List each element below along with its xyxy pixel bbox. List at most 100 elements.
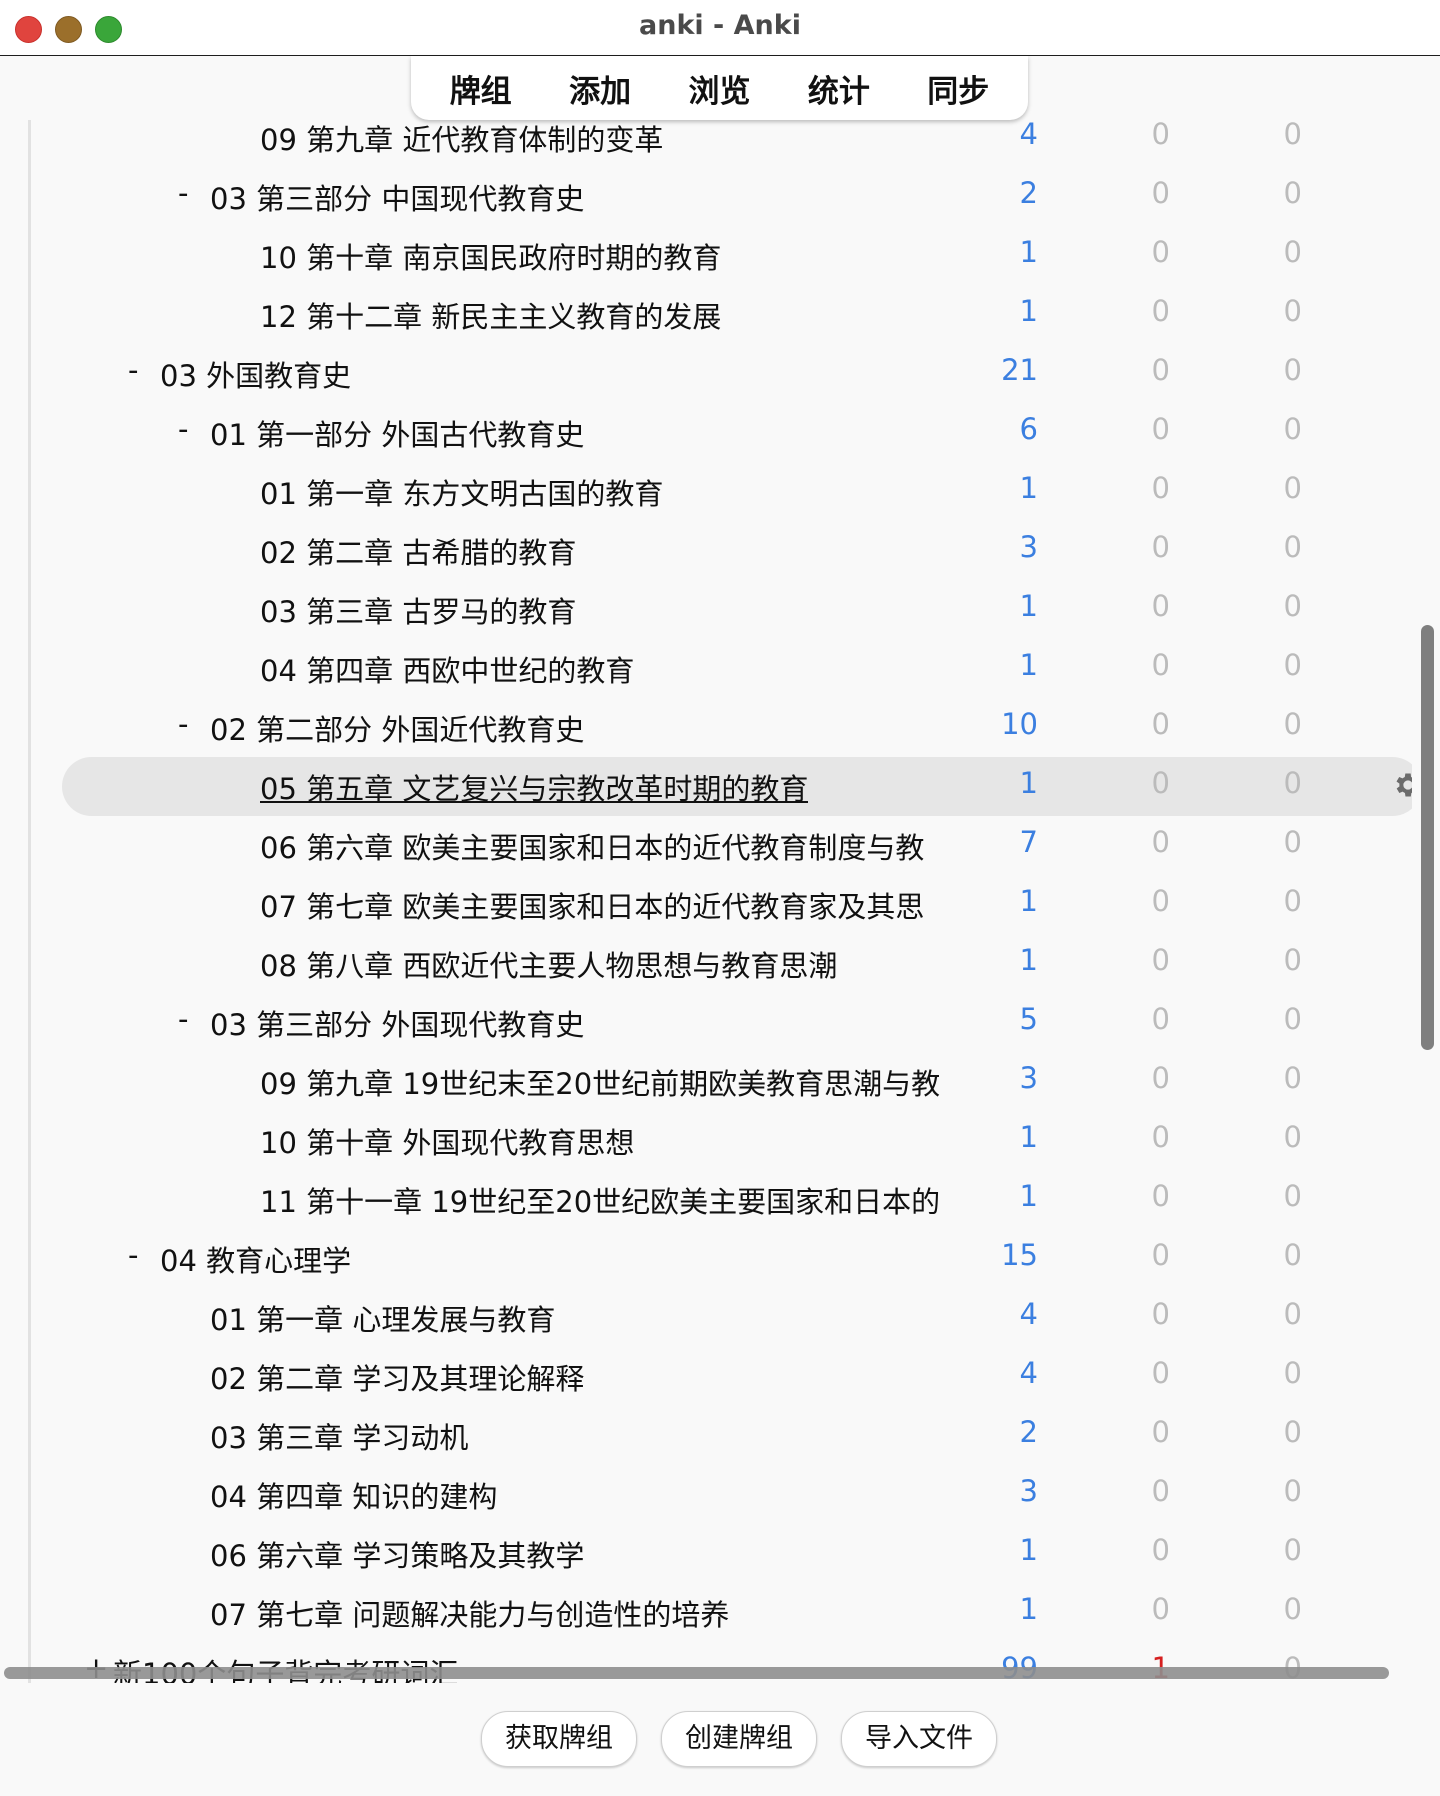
new-count: 1 <box>1019 1533 1038 1567</box>
due-count: 0 <box>1283 589 1302 623</box>
learn-count: 0 <box>1151 1592 1170 1626</box>
new-count: 15 <box>1001 1238 1038 1272</box>
deck-row[interactable]: 11 第十一章 19世纪至20世纪欧美主要国家和日本的 1 0 0 <box>62 1170 1412 1229</box>
deck-name[interactable]: 09 第九章 19世纪末至20世纪前期欧美教育思潮与教 <box>260 1061 940 1103</box>
title-bar: anki - Anki <box>0 0 1440 56</box>
deck-name[interactable]: 07 第七章 问题解决能力与创造性的培养 <box>210 1592 729 1634</box>
collapse-toggle[interactable]: - <box>128 353 138 387</box>
collapse-toggle[interactable]: - <box>178 1002 188 1036</box>
deck-row[interactable]: 07 第七章 问题解决能力与创造性的培养 1 0 0 <box>62 1583 1412 1642</box>
tab-browse[interactable]: 浏览 <box>674 62 764 115</box>
deck-row[interactable]: 02 第二章 古希腊的教育 3 0 0 <box>62 521 1412 580</box>
deck-name[interactable]: 03 第三章 学习动机 <box>210 1415 468 1457</box>
deck-name[interactable]: 03 外国教育史 <box>160 353 351 395</box>
deck-row[interactable]: 04 第四章 知识的建构 3 0 0 <box>62 1465 1412 1524</box>
deck-name[interactable]: 05 第五章 文艺复兴与宗教改革时期的教育 <box>260 766 808 808</box>
due-count: 0 <box>1283 530 1302 564</box>
deck-row[interactable]: 03 第三章 学习动机 2 0 0 <box>62 1406 1412 1465</box>
deck-name[interactable]: 10 第十章 外国现代教育思想 <box>260 1120 634 1162</box>
collapse-toggle[interactable]: - <box>178 176 188 210</box>
horizontal-scrollbar[interactable] <box>4 1667 1389 1679</box>
tab-add[interactable]: 添加 <box>555 62 645 115</box>
deck-name[interactable]: 06 第六章 学习策略及其教学 <box>210 1533 584 1575</box>
learn-count: 0 <box>1151 176 1170 210</box>
deck-name[interactable]: 08 第八章 西欧近代主要人物思想与教育思潮 <box>260 943 837 985</box>
due-count: 0 <box>1283 648 1302 682</box>
deck-name[interactable]: 01 第一章 心理发展与教育 <box>210 1297 555 1339</box>
tab-decks[interactable]: 牌组 <box>436 62 526 115</box>
deck-row[interactable]: 09 第九章 19世纪末至20世纪前期欧美教育思潮与教 3 0 0 <box>62 1052 1412 1111</box>
deck-row[interactable]: 02 第二章 学习及其理论解释 4 0 0 <box>62 1347 1412 1406</box>
tab-sync[interactable]: 同步 <box>913 62 1003 115</box>
deck-row[interactable]: 08 第八章 西欧近代主要人物思想与教育思潮 1 0 0 <box>62 934 1412 993</box>
deck-name[interactable]: 02 第二章 学习及其理论解释 <box>210 1356 584 1398</box>
deck-name[interactable]: 02 第二部分 外国近代教育史 <box>210 707 584 749</box>
collapse-toggle[interactable]: - <box>178 412 188 446</box>
deck-row[interactable]: 09 第九章 近代教育体制的变革 4 0 0 <box>62 120 1412 167</box>
deck-name[interactable]: 10 第十章 南京国民政府时期的教育 <box>260 235 721 277</box>
learn-count: 0 <box>1151 648 1170 682</box>
deck-row-current[interactable]: 05 第五章 文艺复兴与宗教改革时期的教育 1 0 0 <box>62 757 1412 816</box>
vertical-scrollbar[interactable] <box>1421 625 1434 1050</box>
deck-row[interactable]: 12 第十二章 新民主主义教育的发展 1 0 0 <box>62 285 1412 344</box>
deck-row[interactable]: 10 第十章 外国现代教育思想 1 0 0 <box>62 1111 1412 1170</box>
due-count: 0 <box>1283 471 1302 505</box>
learn-count: 0 <box>1151 235 1170 269</box>
learn-count: 0 <box>1151 589 1170 623</box>
due-count: 0 <box>1283 943 1302 977</box>
deck-name[interactable]: 12 第十二章 新民主主义教育的发展 <box>260 294 721 336</box>
due-count: 0 <box>1283 353 1302 387</box>
deck-row[interactable]: -03 外国教育史 21 0 0 <box>62 344 1412 403</box>
new-count: 3 <box>1019 1061 1038 1095</box>
deck-row[interactable]: 06 第六章 欧美主要国家和日本的近代教育制度与教 7 0 0 <box>62 816 1412 875</box>
due-count: 0 <box>1283 1356 1302 1390</box>
deck-name[interactable]: 01 第一部分 外国古代教育史 <box>210 412 584 454</box>
deck-row[interactable]: -02 第二部分 外国近代教育史 10 0 0 <box>62 698 1412 757</box>
learn-count: 0 <box>1151 1179 1170 1213</box>
deck-name[interactable]: 02 第二章 古希腊的教育 <box>260 530 576 572</box>
deck-name[interactable]: 03 第三部分 中国现代教育史 <box>210 176 584 218</box>
tab-stats[interactable]: 统计 <box>794 62 884 115</box>
create-deck-button[interactable]: 创建牌组 <box>661 1711 817 1767</box>
deck-row[interactable]: -03 第三部分 外国现代教育史 5 0 0 <box>62 993 1412 1052</box>
deck-name[interactable]: 06 第六章 欧美主要国家和日本的近代教育制度与教 <box>260 825 924 867</box>
due-count: 0 <box>1283 120 1302 151</box>
learn-count: 0 <box>1151 1356 1170 1390</box>
deck-name[interactable]: 09 第九章 近代教育体制的变革 <box>260 120 663 159</box>
deck-name[interactable]: 04 第四章 知识的建构 <box>210 1474 497 1516</box>
new-count: 1 <box>1019 648 1038 682</box>
deck-name[interactable]: 03 第三部分 外国现代教育史 <box>210 1002 584 1044</box>
get-shared-button[interactable]: 获取牌组 <box>481 1711 637 1767</box>
due-count: 0 <box>1283 1474 1302 1508</box>
learn-count: 0 <box>1151 943 1170 977</box>
deck-row[interactable]: -03 第三部分 中国现代教育史 2 0 0 <box>62 167 1412 226</box>
deck-row[interactable]: 01 第一章 心理发展与教育 4 0 0 <box>62 1288 1412 1347</box>
deck-name[interactable]: 01 第一章 东方文明古国的教育 <box>260 471 663 513</box>
gear-icon[interactable] <box>1392 769 1412 801</box>
due-count: 0 <box>1283 1120 1302 1154</box>
learn-count: 0 <box>1151 120 1170 151</box>
deck-row[interactable]: 04 第四章 西欧中世纪的教育 1 0 0 <box>62 639 1412 698</box>
deck-row[interactable]: -04 教育心理学 15 0 0 <box>62 1229 1412 1288</box>
new-count: 4 <box>1019 1356 1038 1390</box>
deck-row[interactable]: 01 第一章 东方文明古国的教育 1 0 0 <box>62 462 1412 521</box>
deck-name[interactable]: 03 第三章 古罗马的教育 <box>260 589 576 631</box>
collapse-toggle[interactable]: - <box>128 1238 138 1272</box>
learn-count: 0 <box>1151 294 1170 328</box>
import-file-button[interactable]: 导入文件 <box>841 1711 997 1767</box>
deck-name[interactable]: 11 第十一章 19世纪至20世纪欧美主要国家和日本的 <box>260 1179 940 1221</box>
deck-row[interactable]: 07 第七章 欧美主要国家和日本的近代教育家及其思 1 0 0 <box>62 875 1412 934</box>
new-count: 2 <box>1019 1415 1038 1449</box>
learn-count: 0 <box>1151 353 1170 387</box>
due-count: 0 <box>1283 1002 1302 1036</box>
deck-row[interactable]: -01 第一部分 外国古代教育史 6 0 0 <box>62 403 1412 462</box>
new-count: 1 <box>1019 471 1038 505</box>
deck-name[interactable]: 04 教育心理学 <box>160 1238 351 1280</box>
deck-row[interactable]: 03 第三章 古罗马的教育 1 0 0 <box>62 580 1412 639</box>
deck-name[interactable]: 04 第四章 西欧中世纪的教育 <box>260 648 634 690</box>
deck-row[interactable]: 10 第十章 南京国民政府时期的教育 1 0 0 <box>62 226 1412 285</box>
deck-row[interactable]: 06 第六章 学习策略及其教学 1 0 0 <box>62 1524 1412 1583</box>
deck-name[interactable]: 07 第七章 欧美主要国家和日本的近代教育家及其思 <box>260 884 924 926</box>
new-count: 1 <box>1019 589 1038 623</box>
collapse-toggle[interactable]: - <box>178 707 188 741</box>
